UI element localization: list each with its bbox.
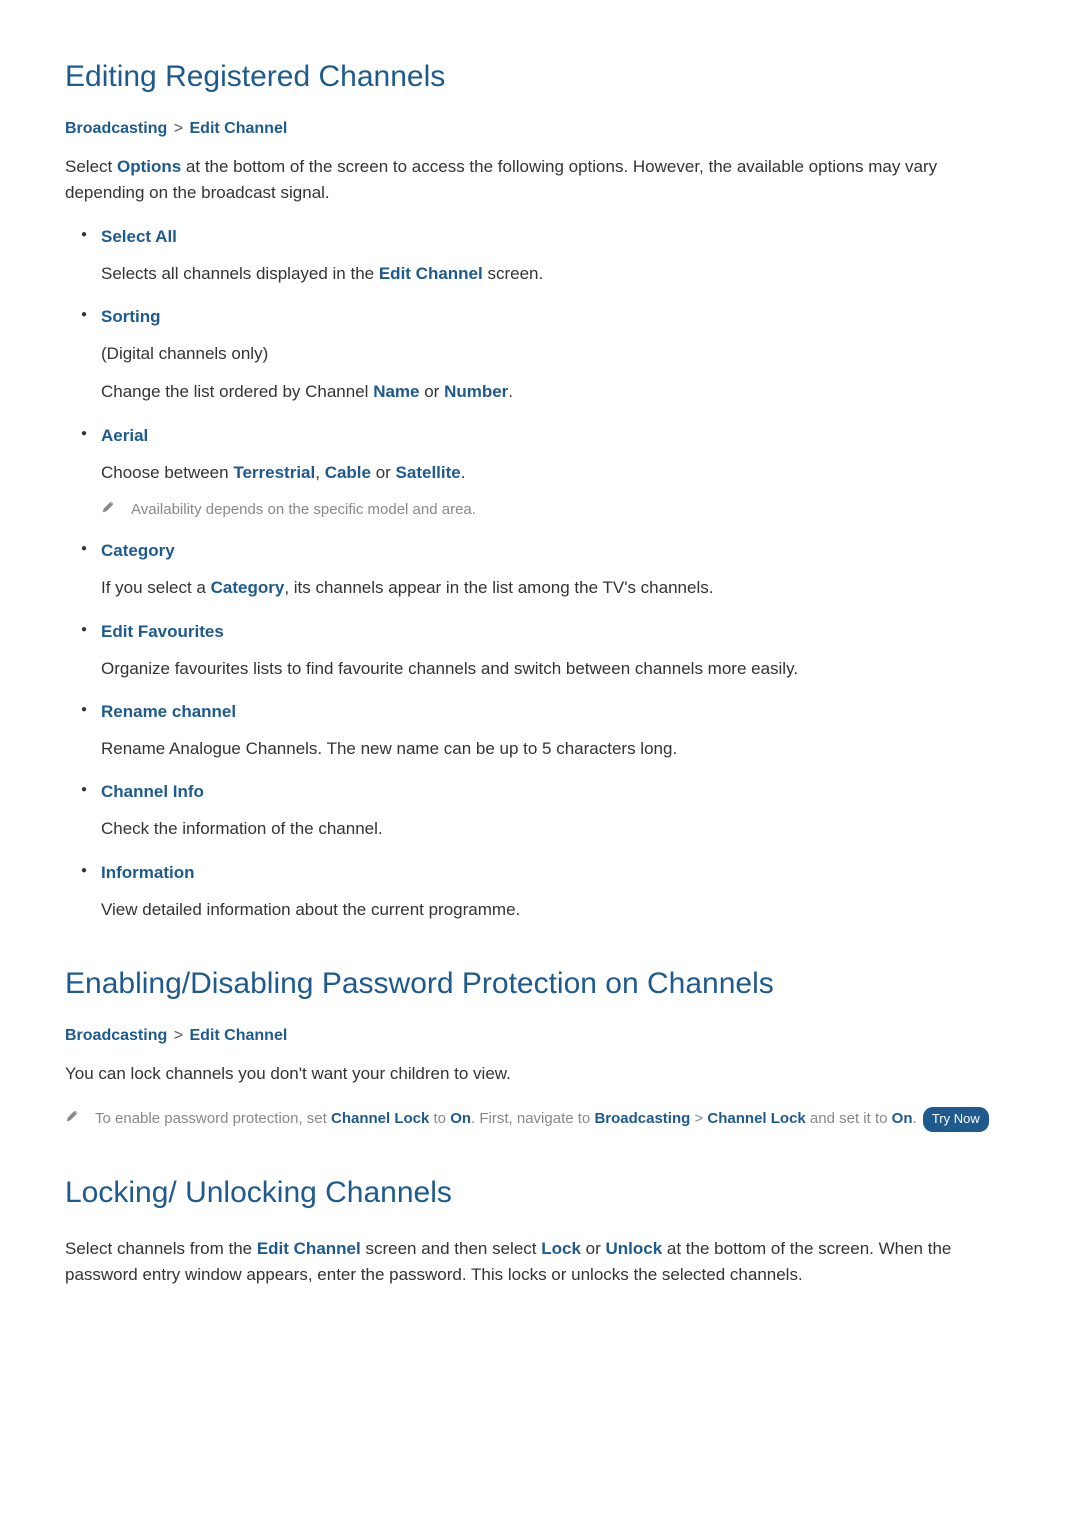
option-body: View detailed information about the curr… [101, 897, 1015, 923]
inline-link: On [450, 1110, 471, 1127]
breadcrumb-item: Broadcasting [65, 1027, 167, 1044]
inline-link: Edit Channel [379, 264, 483, 283]
text: or [581, 1239, 606, 1258]
option-edit-favourites: Edit Favourites Organize favourites list… [65, 622, 1015, 682]
option-select-all: Select All Selects all channels displaye… [65, 227, 1015, 287]
text: . [913, 1110, 921, 1127]
text: screen. [483, 264, 543, 283]
option-rename-channel: Rename channel Rename Analogue Channels.… [65, 702, 1015, 762]
option-body: (Digital channels only) [101, 341, 1015, 367]
option-category: Category If you select a Category, its c… [65, 541, 1015, 601]
intro-text: Select Options at the bottom of the scre… [65, 154, 1015, 207]
option-body: Change the list ordered by Channel Name … [101, 379, 1015, 405]
option-body: Organize favourites lists to find favour… [101, 656, 1015, 682]
text: . [461, 463, 466, 482]
option-information: Information View detailed information ab… [65, 863, 1015, 923]
section-title: Editing Registered Channels [65, 60, 1015, 94]
option-title: Aerial [101, 426, 1015, 446]
option-title: Edit Favourites [101, 622, 1015, 642]
inline-link: Name [373, 382, 419, 401]
text: If you select a [101, 578, 211, 597]
inline-link: Broadcasting [594, 1110, 690, 1127]
inline-link: Edit Channel [257, 1239, 361, 1258]
text: Change the list ordered by Channel [101, 382, 373, 401]
inline-link: On [892, 1110, 913, 1127]
option-title: Category [101, 541, 1015, 561]
options-list: Select All Selects all channels displaye… [65, 227, 1015, 923]
option-title: Sorting [101, 307, 1015, 327]
option-title: Rename channel [101, 702, 1015, 722]
breadcrumb: Broadcasting > Edit Channel [65, 120, 1015, 138]
section-editing-channels: Editing Registered Channels Broadcasting… [65, 60, 1015, 923]
text: , its channels appear in the list among … [284, 578, 713, 597]
section-title: Locking/ Unlocking Channels [65, 1176, 1015, 1210]
inline-link: Terrestrial [233, 463, 315, 482]
intro-text: You can lock channels you don't want you… [65, 1061, 1015, 1087]
text: screen and then select [361, 1239, 542, 1258]
breadcrumb: Broadcasting > Edit Channel [65, 1027, 1015, 1045]
inline-link: Category [211, 578, 285, 597]
inline-link: Satellite [396, 463, 461, 482]
option-body: If you select a Category, its channels a… [101, 575, 1015, 601]
option-title: Channel Info [101, 782, 1015, 802]
section-locking-channels: Locking/ Unlocking Channels Select chann… [65, 1176, 1015, 1289]
text: To enable password protection, set [95, 1110, 331, 1127]
text: Choose between [101, 463, 233, 482]
text: , [315, 463, 324, 482]
option-channel-info: Channel Info Check the information of th… [65, 782, 1015, 842]
inline-link: Channel Lock [707, 1110, 805, 1127]
text: . First, navigate to [471, 1110, 594, 1127]
text: and set it to [806, 1110, 892, 1127]
text: Select channels from the [65, 1239, 257, 1258]
pencil-icon [101, 500, 115, 514]
option-aerial: Aerial Choose between Terrestrial, Cable… [65, 426, 1015, 522]
options-link: Options [117, 157, 181, 176]
inline-link: Cable [325, 463, 371, 482]
inline-link: Number [444, 382, 508, 401]
text: Selects all channels displayed in the [101, 264, 379, 283]
option-sorting: Sorting (Digital channels only) Change t… [65, 307, 1015, 406]
inline-link: Unlock [606, 1239, 663, 1258]
text: . [508, 382, 513, 401]
pencil-icon [65, 1109, 79, 1123]
text: to [429, 1110, 450, 1127]
chevron-right-icon: > [174, 120, 183, 137]
try-now-button[interactable]: Try Now [923, 1107, 989, 1131]
inline-link: Lock [541, 1239, 581, 1258]
section-title: Enabling/Disabling Password Protection o… [65, 967, 1015, 1001]
option-body: Check the information of the channel. [101, 816, 1015, 842]
note-row: Availability depends on the specific mod… [101, 498, 1015, 521]
text: Select [65, 157, 117, 176]
breadcrumb-item: Edit Channel [190, 120, 288, 137]
inline-link: Channel Lock [331, 1110, 429, 1127]
section-password-protection: Enabling/Disabling Password Protection o… [65, 967, 1015, 1131]
chevron-right-icon: > [174, 1027, 183, 1044]
text: or [420, 382, 445, 401]
text: at the bottom of the screen to access th… [65, 157, 937, 202]
chevron-right-icon: > [690, 1110, 707, 1127]
option-title: Information [101, 863, 1015, 883]
breadcrumb-item: Edit Channel [190, 1027, 288, 1044]
option-body: Rename Analogue Channels. The new name c… [101, 736, 1015, 762]
note-row: To enable password protection, set Chann… [65, 1107, 1015, 1131]
option-title: Select All [101, 227, 1015, 247]
text: or [371, 463, 396, 482]
option-body: Selects all channels displayed in the Ed… [101, 261, 1015, 287]
note-text: To enable password protection, set Chann… [95, 1107, 989, 1131]
note-text: Availability depends on the specific mod… [131, 498, 476, 521]
option-body: Choose between Terrestrial, Cable or Sat… [101, 460, 1015, 486]
body-text: Select channels from the Edit Channel sc… [65, 1236, 1015, 1289]
breadcrumb-item: Broadcasting [65, 120, 167, 137]
